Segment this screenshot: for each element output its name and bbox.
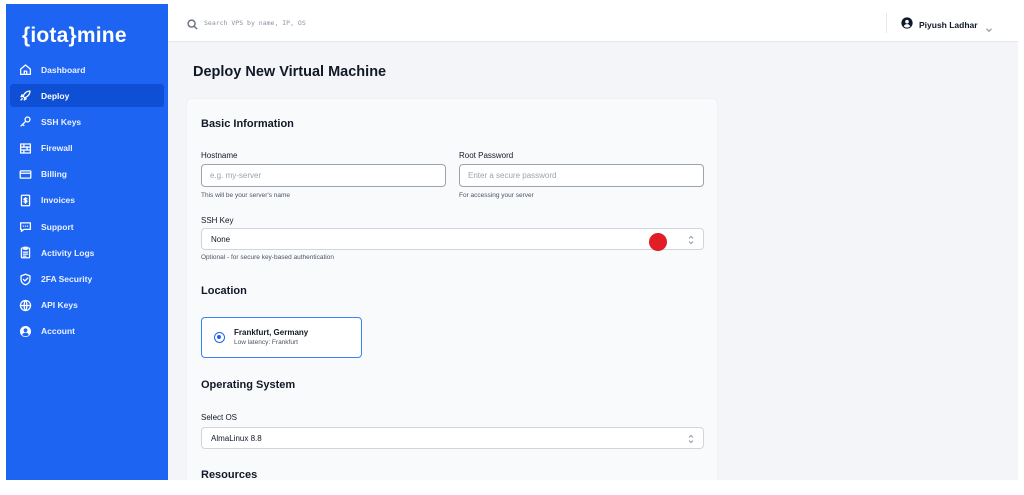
ssh-key-selected: None [211, 234, 231, 244]
sidebar-item-invoices[interactable]: Invoices [10, 189, 164, 212]
hostname-field[interactable] [201, 164, 446, 187]
globe-icon [18, 298, 32, 312]
sidebar-item-activity-logs[interactable]: Activity Logs [10, 241, 164, 264]
bottom-margin [0, 480, 1024, 495]
root-password-field[interactable] [459, 164, 704, 187]
select-os-label: Select OS [201, 413, 238, 422]
ssh-key-help: Optional - for secure key-based authenti… [201, 254, 334, 261]
sidebar-item-deploy[interactable]: Deploy [10, 84, 164, 108]
user-circle-icon [18, 324, 32, 338]
sidebar-item-label: Dashboard [41, 64, 86, 75]
rocket-icon [18, 89, 32, 103]
sidebar-item-2fa-security[interactable]: 2FA Security [10, 268, 164, 291]
root-password-help: For accessing your server [459, 192, 534, 199]
location-name: Frankfurt, Germany [234, 328, 309, 337]
location-radio[interactable] [214, 332, 225, 343]
select-arrows-icon [688, 235, 694, 245]
select-arrows-icon [688, 434, 694, 444]
sidebar-nav: Dashboard Deploy SSH Keys Firewall Billi… [10, 58, 164, 346]
sidebar-item-label: API Keys [41, 300, 78, 311]
sidebar-item-ssh-keys[interactable]: SSH Keys [10, 110, 164, 133]
home-icon [18, 63, 32, 77]
sidebar: {iota}mine Dashboard Deploy SSH Keys Fir… [6, 4, 168, 480]
topbar: Piyush Ladhar [168, 4, 1018, 42]
sidebar-item-billing[interactable]: Billing [10, 163, 164, 186]
cursor-marker [649, 233, 667, 251]
operating-system-heading: Operating System [201, 379, 296, 391]
ssh-key-label: SSH Key [201, 216, 234, 225]
main-content: Deploy New Virtual Machine Basic Informa… [168, 42, 1018, 480]
sidebar-item-label: Firewall [41, 143, 73, 154]
sidebar-item-support[interactable]: Support [10, 215, 164, 238]
sidebar-item-label: Activity Logs [41, 247, 95, 258]
search-input[interactable] [204, 14, 504, 32]
page-title: Deploy New Virtual Machine [193, 64, 387, 80]
deploy-form-card: Basic Information Hostname This will be … [186, 98, 718, 480]
sidebar-item-label: Support [41, 221, 74, 232]
firewall-icon [18, 141, 32, 155]
resources-heading: Resources [201, 469, 258, 480]
location-option-frankfurt[interactable]: Frankfurt, Germany Low latency: Frankfur… [201, 317, 362, 358]
invoice-icon [18, 193, 32, 207]
hostname-help: This will be your server's name [201, 192, 291, 199]
sidebar-item-label: Invoices [41, 195, 76, 206]
clipboard-icon [18, 246, 32, 260]
shield-check-icon [18, 272, 32, 286]
os-select[interactable]: AlmaLinux 8.8 [201, 427, 704, 449]
sidebar-item-dashboard[interactable]: Dashboard [10, 58, 164, 81]
location-heading: Location [201, 285, 247, 297]
sidebar-item-label: Deploy [41, 90, 70, 101]
key-icon [18, 115, 32, 129]
sidebar-item-label: Billing [41, 169, 67, 180]
basic-information-heading: Basic Information [201, 118, 294, 130]
sidebar-item-label: SSH Keys [41, 116, 82, 127]
user-name: Piyush Ladhar [919, 20, 978, 30]
location-latency: Low latency: Frankfurt [234, 339, 298, 346]
sidebar-item-firewall[interactable]: Firewall [10, 137, 164, 160]
search-icon [187, 17, 198, 30]
credit-card-icon [18, 167, 32, 181]
chevron-down-icon [985, 21, 993, 33]
brand-logo[interactable]: {iota}mine [22, 24, 127, 48]
sidebar-item-api-keys[interactable]: API Keys [10, 294, 164, 317]
ssh-key-select[interactable]: None [201, 228, 704, 250]
root-password-label: Root Password [459, 151, 514, 160]
os-selected: AlmaLinux 8.8 [211, 433, 262, 443]
sidebar-item-label: 2FA Security [41, 274, 93, 284]
topbar-divider [886, 13, 887, 33]
sidebar-item-account[interactable]: Account [10, 320, 164, 343]
sidebar-item-label: Account [41, 326, 75, 337]
user-menu[interactable]: Piyush Ladhar [901, 16, 993, 34]
chat-icon [18, 220, 32, 234]
hostname-label: Hostname [201, 151, 238, 160]
user-circle-icon [901, 16, 913, 34]
